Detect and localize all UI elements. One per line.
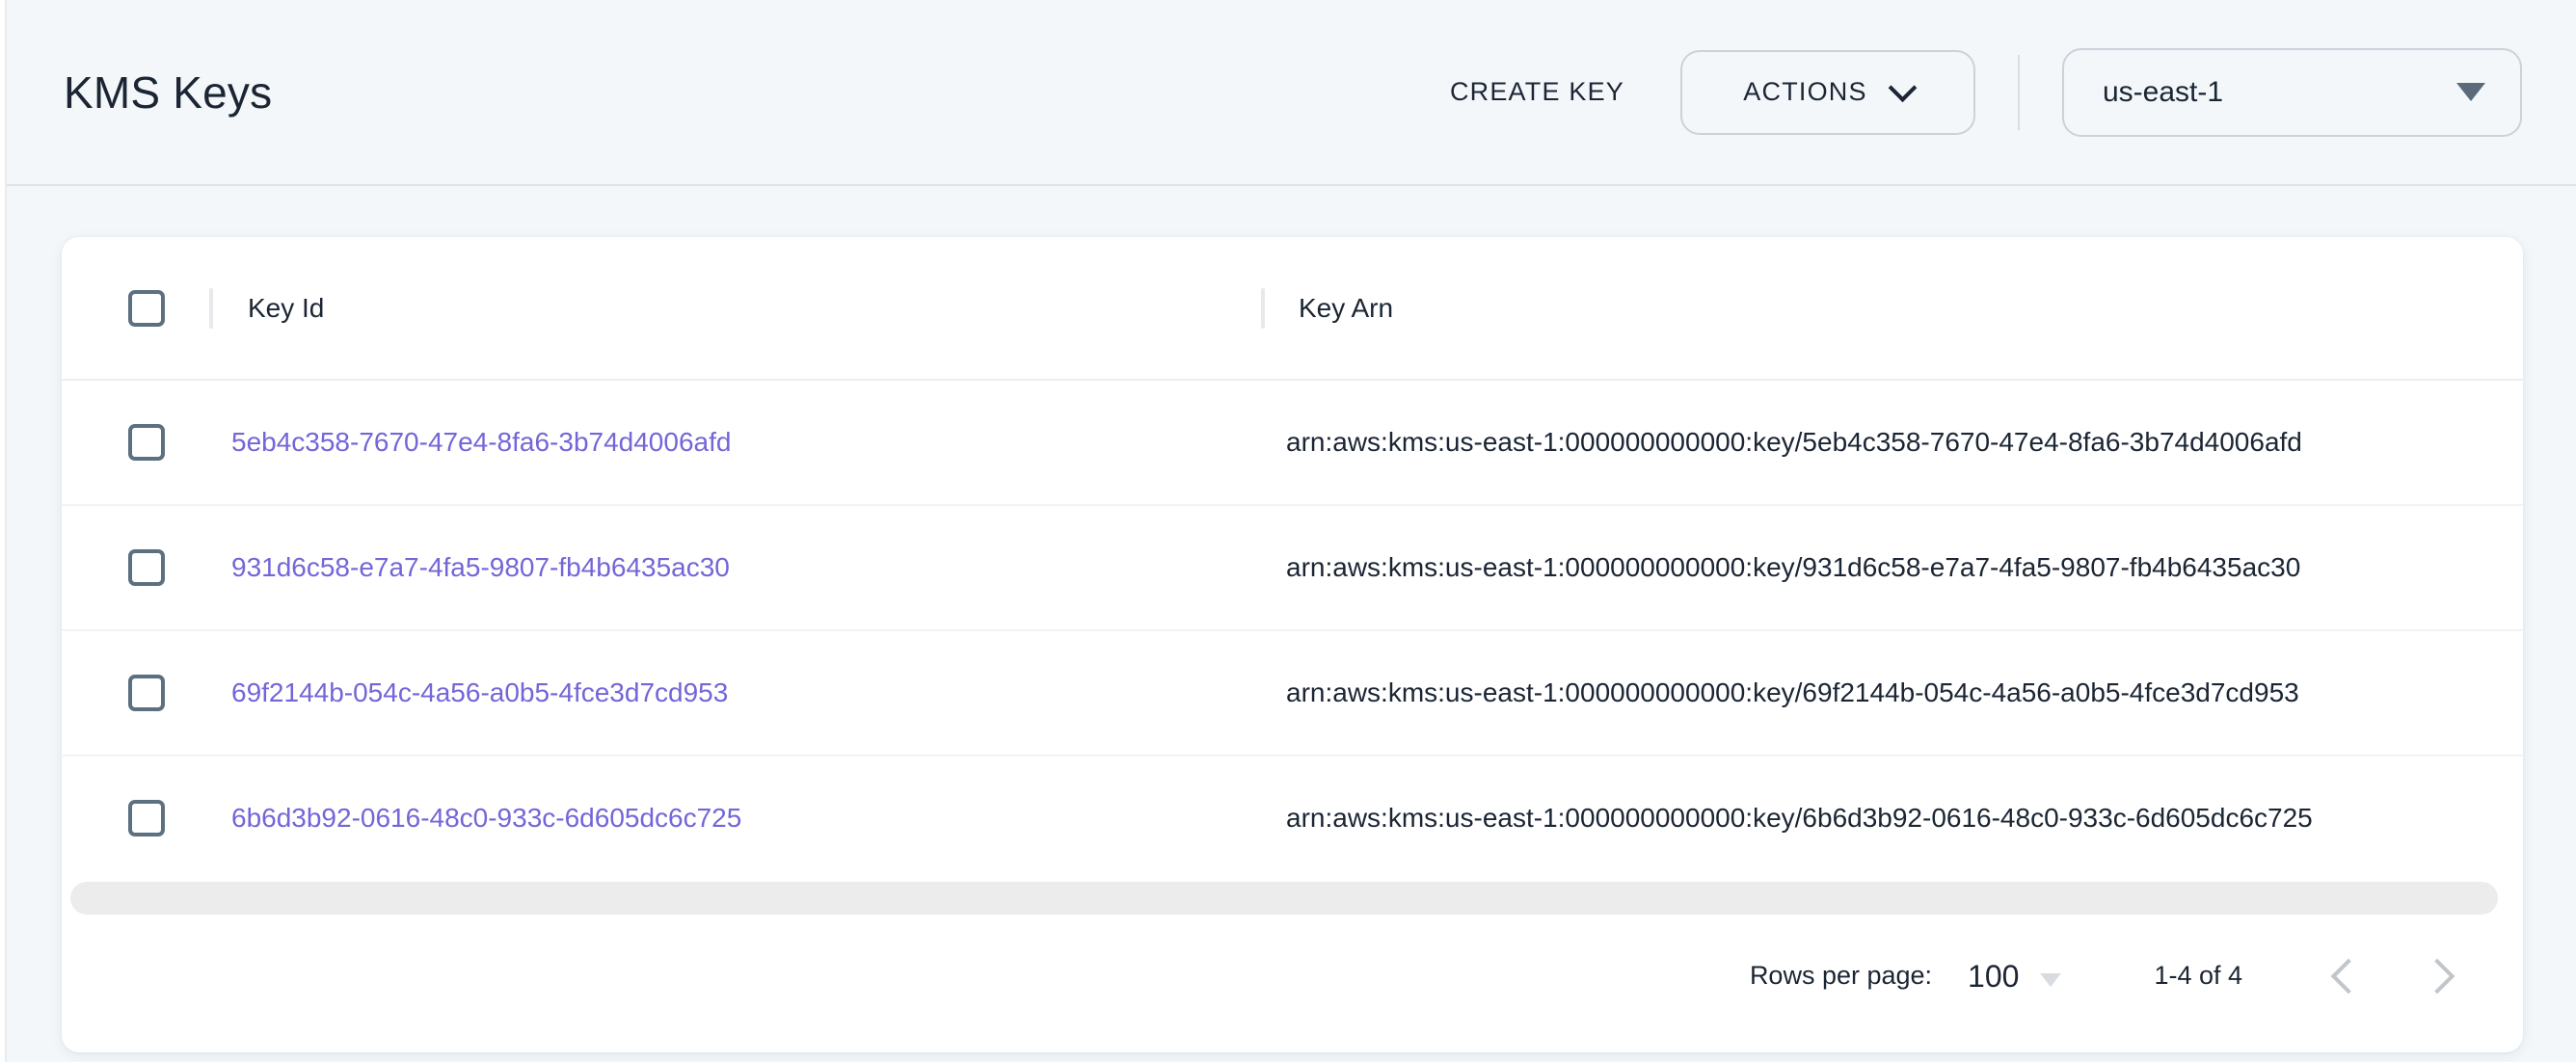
- table-row[interactable]: 931d6c58-e7a7-4fa5-9807-fb4b6435ac30 arn…: [62, 506, 2523, 631]
- scrollbar-thumb[interactable]: [70, 882, 2498, 915]
- chevron-left-icon: [2331, 958, 2367, 994]
- rows-per-page-value: 100: [1968, 961, 2019, 992]
- key-arn-cell: arn:aws:kms:us-east-1:000000000000:key/6…: [1286, 803, 2313, 834]
- page-left-edge: [0, 0, 7, 1062]
- key-arn-cell: arn:aws:kms:us-east-1:000000000000:key/5…: [1286, 427, 2302, 458]
- chevron-down-icon: [1888, 73, 1917, 102]
- select-all-checkbox[interactable]: [128, 290, 165, 327]
- rows-per-page-label: Rows per page:: [1750, 961, 1932, 991]
- row-checkbox[interactable]: [128, 549, 165, 586]
- previous-page-button[interactable]: [2309, 942, 2378, 1011]
- next-page-button[interactable]: [2407, 942, 2477, 1011]
- pagination-range: 1-4 of 4: [2154, 961, 2242, 991]
- table-row[interactable]: 69f2144b-054c-4a56-a0b5-4fce3d7cd953 arn…: [62, 631, 2523, 757]
- pagination: Rows per page: 100 1-4 of 4: [62, 915, 2523, 1058]
- key-id-link[interactable]: 69f2144b-054c-4a56-a0b5-4fce3d7cd953: [231, 677, 728, 708]
- column-header-key-arn[interactable]: Key Arn: [1299, 293, 1393, 324]
- page-header: KMS Keys CREATE KEY ACTIONS us-east-1: [0, 0, 2576, 186]
- actions-menu-label: ACTIONS: [1743, 77, 1866, 107]
- row-checkbox[interactable]: [128, 675, 165, 711]
- column-separator: [1261, 288, 1265, 329]
- key-id-link[interactable]: 6b6d3b92-0616-48c0-933c-6d605dc6c725: [231, 803, 741, 834]
- keys-table-card: Key Id Key Arn 5eb4c358-7670-47e4-8fa6-3…: [62, 237, 2523, 1052]
- caret-down-icon: [2456, 83, 2485, 101]
- kms-keys-page: KMS Keys CREATE KEY ACTIONS us-east-1 Ke…: [0, 0, 2576, 1062]
- table-body: 5eb4c358-7670-47e4-8fa6-3b74d4006afd arn…: [62, 381, 2523, 880]
- header-divider: [2018, 55, 2020, 130]
- rows-per-page-select[interactable]: 100: [1968, 961, 2061, 992]
- column-separator: [209, 288, 213, 329]
- row-checkbox[interactable]: [128, 424, 165, 461]
- key-id-link[interactable]: 5eb4c358-7670-47e4-8fa6-3b74d4006afd: [231, 427, 731, 458]
- row-checkbox[interactable]: [128, 800, 165, 836]
- key-arn-cell: arn:aws:kms:us-east-1:000000000000:key/6…: [1286, 677, 2299, 708]
- chevron-right-icon: [2420, 958, 2455, 994]
- caret-down-icon: [2040, 973, 2061, 987]
- region-select-value: us-east-1: [2103, 76, 2223, 109]
- actions-menu-button[interactable]: ACTIONS: [1680, 50, 1975, 135]
- horizontal-scrollbar: [70, 882, 2498, 915]
- region-select[interactable]: us-east-1: [2062, 48, 2522, 137]
- key-arn-cell: arn:aws:kms:us-east-1:000000000000:key/9…: [1286, 552, 2300, 583]
- table-header-row: Key Id Key Arn: [62, 237, 2523, 381]
- table-row[interactable]: 6b6d3b92-0616-48c0-933c-6d605dc6c725 arn…: [62, 757, 2523, 880]
- page-title: KMS Keys: [64, 66, 272, 119]
- column-header-key-id[interactable]: Key Id: [248, 293, 324, 324]
- header-actions: CREATE KEY ACTIONS us-east-1: [1425, 48, 2522, 137]
- key-id-link[interactable]: 931d6c58-e7a7-4fa5-9807-fb4b6435ac30: [231, 552, 730, 583]
- create-key-button[interactable]: CREATE KEY: [1425, 60, 1650, 124]
- table-row[interactable]: 5eb4c358-7670-47e4-8fa6-3b74d4006afd arn…: [62, 381, 2523, 506]
